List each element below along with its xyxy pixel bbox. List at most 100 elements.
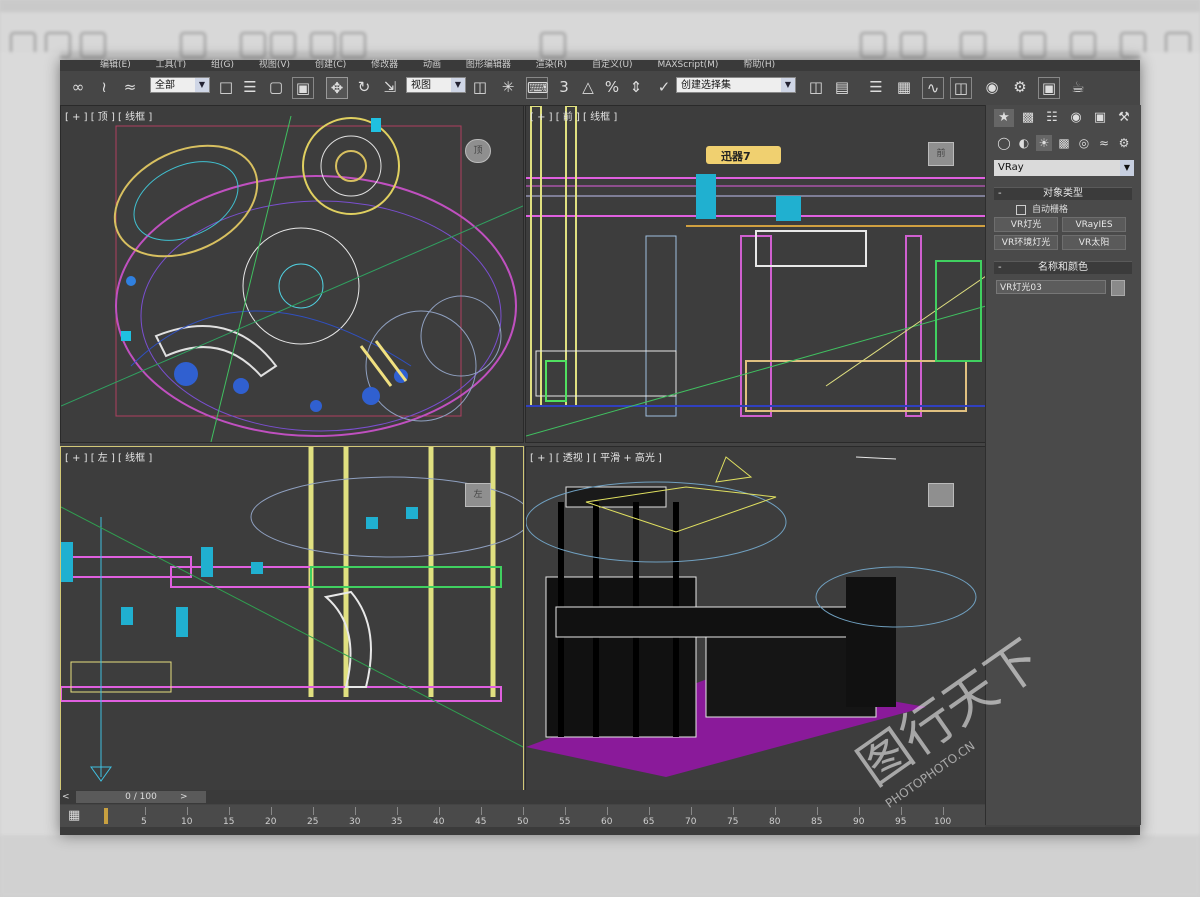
object-type-rollout[interactable]: - 对象类型	[994, 187, 1132, 200]
render-production-icon[interactable]: ☕	[1068, 77, 1088, 97]
tick-label: 10	[181, 817, 193, 827]
bg-tool-icon	[80, 32, 106, 58]
geometry-icon[interactable]: ◯	[996, 135, 1012, 151]
rect-selection-icon[interactable]: ▢	[266, 77, 286, 97]
menu-modifiers[interactable]: 修改器	[371, 60, 398, 71]
menu-tools[interactable]: 工具(T)	[156, 60, 187, 71]
move-icon[interactable]: ✥	[326, 77, 348, 99]
viewport-front-label[interactable]: [ + ] [ 前 ] [ 线框 ]	[530, 108, 617, 123]
viewcube-front[interactable]: 前	[928, 142, 954, 166]
utilities-tab-icon[interactable]: ⚒	[1114, 109, 1134, 127]
render-setup-icon[interactable]: ⚙	[1010, 77, 1030, 97]
rotate-icon[interactable]: ↻	[354, 77, 374, 97]
curve-editor-icon[interactable]: ∿	[922, 77, 944, 99]
align-icon[interactable]: ▤	[832, 77, 852, 97]
graphite-toolbar-icon[interactable]: ▦	[894, 77, 914, 97]
bind-spacewarp-icon[interactable]: ≈	[120, 77, 140, 97]
tick-label: 40	[433, 817, 445, 827]
link-icon[interactable]: ∞	[68, 77, 88, 97]
autogrid-checkbox[interactable]: 自动栅格	[1016, 202, 1068, 215]
prev-frame-icon[interactable]: <	[62, 791, 72, 803]
vray-ies-button[interactable]: VRayIES	[1062, 217, 1126, 232]
menu-rendering[interactable]: 渲染(R)	[536, 60, 567, 71]
command-panel: ★ ▩ ☷ ◉ ▣ ⚒ ◯ ◐ ☀ ▩ ◎ ≈ ⚙ VRay ▼ - 对象类型 自动…	[985, 105, 1141, 825]
layer-manager-icon[interactable]: ☰	[866, 77, 886, 97]
viewport-perspective-label[interactable]: [ + ] [ 透视 ] [ 平滑 + 高光 ]	[530, 449, 662, 464]
selection-filter-dropdown[interactable]: 全部 ▼	[150, 77, 210, 93]
window-crossing-icon[interactable]: ▣	[292, 77, 314, 99]
viewport-top[interactable]: [ + ] [ 顶 ] [ 线框 ] 顶	[60, 105, 524, 443]
ref-coord-value: 视图	[411, 80, 431, 91]
tick-label: 45	[475, 817, 487, 827]
menu-edit[interactable]: 编辑(E)	[100, 60, 131, 71]
menu-graph-editors[interactable]: 图形编辑器	[466, 60, 511, 71]
mirror-icon[interactable]: ◫	[806, 77, 826, 97]
light-type-dropdown[interactable]: VRay ▼	[994, 160, 1134, 176]
viewport-perspective[interactable]: [ + ] [ 透视 ] [ 平滑 + 高光 ]	[525, 446, 987, 792]
keyboard-shortcut-icon[interactable]: ⌨	[526, 77, 549, 99]
timeline-ruler[interactable]: ▦ 5 10 15 20 25 30 35 40 45 50 55 60 65 …	[60, 805, 985, 827]
hierarchy-tab-icon[interactable]: ☷	[1042, 109, 1062, 127]
shapes-icon[interactable]: ◐	[1016, 135, 1032, 151]
viewport-left[interactable]: [ + ] [ 左 ] [ 线框 ] 左	[60, 446, 524, 792]
edit-named-selection-icon[interactable]: ✓	[654, 77, 674, 97]
current-frame-marker	[104, 808, 108, 824]
viewport-front[interactable]: 迅器7 [ + ] [ 前 ] [ 线框 ] 前	[525, 105, 987, 443]
tick-label: 55	[559, 817, 571, 827]
helpers-icon[interactable]: ◎	[1076, 135, 1092, 151]
vr-sun-button[interactable]: VR太阳	[1062, 235, 1126, 250]
snaps-toggle-icon[interactable]: 3	[554, 77, 574, 97]
menu-create[interactable]: 创建(C)	[315, 60, 346, 71]
modify-tab-icon[interactable]: ▩	[1018, 109, 1038, 127]
tick-label: 5	[141, 817, 147, 827]
select-manipulate-icon[interactable]: ✳	[498, 77, 518, 97]
tick-label: 30	[349, 817, 361, 827]
rendered-frame-window-icon[interactable]: ▣	[1038, 77, 1060, 99]
tick-mark	[481, 807, 482, 815]
vr-ambient-light-button[interactable]: VR环境灯光	[994, 235, 1058, 250]
scale-icon[interactable]: ⇲	[380, 77, 400, 97]
viewcube-top[interactable]: 顶	[465, 139, 491, 163]
select-object-icon[interactable]: □	[216, 77, 236, 97]
motion-tab-icon[interactable]: ◉	[1066, 109, 1086, 127]
ref-coord-dropdown[interactable]: 视图 ▼	[406, 77, 466, 93]
named-selection-value: 创建选择集	[681, 80, 731, 91]
viewcube-perspective[interactable]	[928, 483, 954, 507]
time-slider[interactable]: < 0 / 100 >	[60, 790, 985, 804]
angle-snap-icon[interactable]: △	[578, 77, 598, 97]
top-view-wireframe	[61, 115, 523, 442]
named-selection-dropdown[interactable]: 创建选择集 ▼	[676, 77, 796, 93]
display-tab-icon[interactable]: ▣	[1090, 109, 1110, 127]
systems-icon[interactable]: ⚙	[1116, 135, 1132, 151]
tick-label: 35	[391, 817, 403, 827]
tick-mark	[691, 807, 692, 815]
viewport-left-label[interactable]: [ + ] [ 左 ] [ 线框 ]	[65, 449, 152, 464]
lights-icon[interactable]: ☀	[1036, 135, 1052, 151]
menu-help[interactable]: 帮助(H)	[743, 60, 775, 71]
chevron-down-icon: ▼	[195, 78, 209, 92]
spinner-snap-icon[interactable]: ⇕	[626, 77, 646, 97]
object-color-swatch[interactable]	[1111, 280, 1125, 296]
schematic-view-icon[interactable]: ◫	[950, 77, 972, 99]
viewcube-left[interactable]: 左	[465, 483, 491, 507]
material-editor-icon[interactable]: ◉	[982, 77, 1002, 97]
object-name-input[interactable]: VR灯光03	[996, 280, 1106, 294]
menu-views[interactable]: 视图(V)	[259, 60, 290, 71]
bg-tool-icon	[270, 32, 296, 58]
vr-light-button[interactable]: VR灯光	[994, 217, 1058, 232]
create-tab-icon[interactable]: ★	[994, 109, 1014, 127]
select-by-name-icon[interactable]: ☰	[240, 77, 260, 97]
unlink-icon[interactable]: ≀	[94, 77, 114, 97]
menu-customize[interactable]: 自定义(U)	[592, 60, 633, 71]
name-color-rollout[interactable]: - 名称和颜色	[994, 261, 1132, 274]
menu-group[interactable]: 组(G)	[211, 60, 234, 71]
percent-snap-icon[interactable]: %	[602, 77, 622, 97]
menu-maxscript[interactable]: MAXScript(M)	[657, 60, 718, 71]
mini-curve-editor-icon[interactable]: ▦	[68, 808, 80, 823]
menu-animation[interactable]: 动画	[423, 60, 441, 71]
viewport-top-label[interactable]: [ + ] [ 顶 ] [ 线框 ]	[65, 108, 152, 123]
next-frame-icon[interactable]: >	[180, 791, 190, 803]
cameras-icon[interactable]: ▩	[1056, 135, 1072, 151]
spacewarps-icon[interactable]: ≈	[1096, 135, 1112, 151]
pivot-icon[interactable]: ◫	[470, 77, 490, 97]
